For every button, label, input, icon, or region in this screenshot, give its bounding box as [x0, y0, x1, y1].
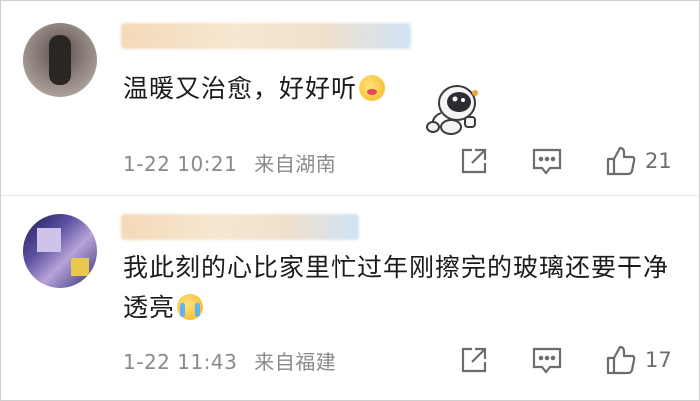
comment-item-2: 我此刻的心比家里忙过年刚擦完的玻璃还要干净透亮 1-22 11:43 来自福建: [1, 196, 699, 401]
like-count: 21: [645, 149, 672, 173]
comment-item-1: 温暖又治愈，好好听 1-22 10:21 来自湖南 21: [1, 1, 699, 195]
comment-icon: [532, 347, 562, 374]
comment-actions: 17: [1, 340, 699, 380]
reply-button[interactable]: [531, 344, 563, 376]
thumbs-up-icon: [606, 345, 636, 375]
share-icon: [461, 148, 487, 174]
username-blurred[interactable]: [121, 23, 411, 49]
avatar[interactable]: [23, 23, 97, 97]
comment-text: 温暖又治愈，好好听: [123, 69, 386, 109]
astronaut-sticker-icon: [426, 85, 478, 135]
comment-actions: 21: [1, 141, 699, 181]
crying-emoji-icon: [177, 294, 204, 320]
kissing-heart-emoji-icon: [359, 75, 386, 101]
username-blurred[interactable]: [121, 214, 359, 240]
share-button[interactable]: [459, 344, 489, 376]
reply-button[interactable]: [531, 145, 563, 177]
share-icon: [461, 347, 487, 373]
comment-text: 我此刻的心比家里忙过年刚擦完的玻璃还要干净透亮: [123, 248, 683, 328]
comment-text-content: 温暖又治愈，好好听: [123, 74, 358, 103]
comment-text-content: 我此刻的心比家里忙过年刚擦完的玻璃还要干净透亮: [123, 253, 670, 322]
like-button[interactable]: 17: [605, 344, 672, 376]
like-count: 17: [645, 348, 672, 372]
thumbs-up-icon: [606, 146, 636, 176]
share-button[interactable]: [459, 145, 489, 177]
comment-list: 温暖又治愈，好好听 1-22 10:21 来自湖南 21 我此刻的心比家里忙过年…: [0, 0, 700, 401]
avatar[interactable]: [23, 214, 97, 288]
comment-icon: [532, 148, 562, 175]
like-button[interactable]: 21: [605, 145, 672, 177]
